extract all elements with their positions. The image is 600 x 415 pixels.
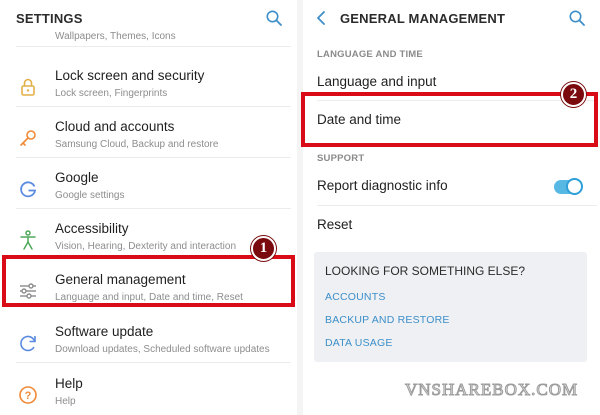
item-subtitle: Download updates, Scheduled software upd… [55,344,270,355]
watermark-text: VNSHAREBOX.COM [404,380,579,400]
divider [16,362,291,363]
suggestion-card: LOOKING FOR SOMETHING ELSE? ACCOUNTS BAC… [314,252,587,362]
page-title: GENERAL MANAGEMENT [340,11,506,26]
item-label: Google [55,170,99,185]
item-label: Help [55,376,83,391]
item-label: Lock screen and security [55,68,205,83]
divider [16,208,291,209]
refresh-icon [20,335,36,352]
link-data-usage[interactable]: DATA USAGE [325,337,393,349]
item-label: General management [55,272,186,287]
settings-item-google[interactable]: Google Google settings [0,164,297,214]
menu-item-reset[interactable]: Reset [303,207,600,243]
link-backup-restore[interactable]: BACKUP AND RESTORE [325,314,450,326]
item-subtitle: Help [55,396,76,407]
general-management-header: GENERAL MANAGEMENT [303,0,600,37]
item-label: Language and input [317,74,437,89]
step-badge-1: 1 [251,236,276,261]
toggle-knob [566,178,583,195]
diagnostic-toggle[interactable] [554,178,583,195]
section-header-language-time: LANGUAGE AND TIME [317,49,423,60]
svg-text:?: ? [25,390,32,402]
settings-item-software-update[interactable]: Software update Download updates, Schedu… [0,318,297,368]
search-icon[interactable] [568,9,586,27]
item-label: Reset [317,217,353,232]
help-icon: ? [19,386,37,404]
menu-item-date-time[interactable]: Date and time [303,102,600,138]
divider [16,46,291,47]
item-label: Cloud and accounts [55,119,175,134]
step-badge-2: 2 [561,82,586,107]
search-icon[interactable] [265,9,283,27]
chevron-left-icon[interactable] [314,10,328,26]
sliders-icon [20,283,36,299]
settings-item-help[interactable]: ? Help Help [0,370,297,415]
link-accounts[interactable]: ACCOUNTS [325,291,386,303]
item-subtitle: Lock screen, Fingerprints [55,88,168,99]
item-subtitle: Samsung Cloud, Backup and restore [55,139,219,150]
menu-item-language-input[interactable]: Language and input [303,64,600,100]
settings-panel: SETTINGS Wallpapers, Themes, Icons Lock … [0,0,297,415]
settings-item-lock-screen[interactable]: Lock screen and security Lock screen, Fi… [0,62,297,112]
item-subtitle: Google settings [55,190,125,201]
item-subtitle: Vision, Hearing, Dexterity and interacti… [55,241,237,252]
divider [317,100,597,101]
section-header-support: SUPPORT [317,153,365,164]
google-icon [20,181,37,198]
accessibility-icon [20,230,36,250]
item-label: Accessibility [55,221,129,236]
general-management-panel: GENERAL MANAGEMENT LANGUAGE AND TIME Lan… [303,0,600,415]
settings-item-accessibility[interactable]: Accessibility Vision, Hearing, Dexterity… [0,215,297,265]
settings-item-cloud-accounts[interactable]: Cloud and accounts Samsung Cloud, Backup… [0,113,297,163]
item-label: Software update [55,324,154,339]
divider [16,157,291,158]
key-icon [20,130,36,146]
settings-item-general-management[interactable]: General management Language and input, D… [0,266,297,316]
page-title: SETTINGS [16,11,83,26]
divider [16,106,291,107]
card-title: LOOKING FOR SOMETHING ELSE? [325,264,526,278]
lock-icon [21,78,35,96]
item-label: Report diagnostic info [317,178,448,193]
divider [317,205,597,206]
cut-off-subtitle: Wallpapers, Themes, Icons [55,31,176,42]
item-subtitle: Language and input, Date and time, Reset [55,292,243,303]
item-label: Date and time [317,112,402,127]
